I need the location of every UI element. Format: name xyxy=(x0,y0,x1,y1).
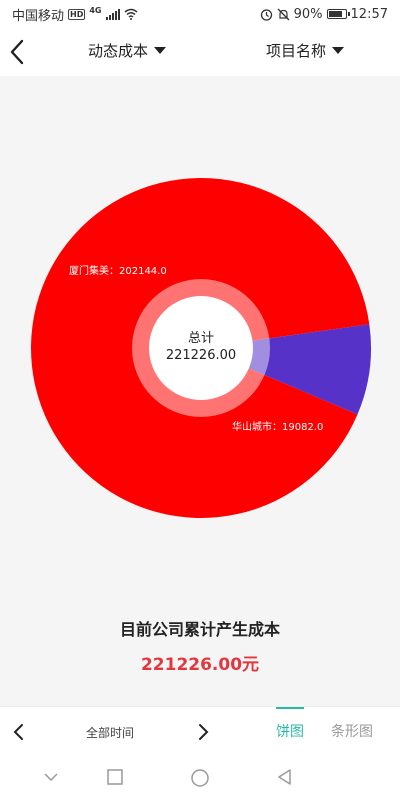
top-nav: 动态成本 项目名称 xyxy=(0,28,400,76)
mute-bell-icon xyxy=(277,8,290,20)
project-name-dropdown[interactable]: 项目名称 xyxy=(266,40,345,61)
battery-icon xyxy=(326,9,350,19)
summary-title: 目前公司累计产生成本 xyxy=(119,620,280,639)
nav-back-icon[interactable] xyxy=(276,768,294,786)
center-total-value: 221226.00 xyxy=(166,348,236,363)
carrier-name: 中国移动 xyxy=(12,8,65,24)
network-type: 4G xyxy=(89,5,102,15)
system-nav-bar xyxy=(0,756,400,800)
battery-percent: 90% xyxy=(293,6,323,22)
nav-recents-icon[interactable] xyxy=(106,768,124,786)
signal-icon xyxy=(105,8,120,20)
wifi-icon xyxy=(124,8,137,20)
tab-bar-chart[interactable]: 条形图 xyxy=(327,707,377,757)
alarm-icon xyxy=(260,8,272,21)
caret-down-icon xyxy=(332,47,345,54)
donut-chart: 总计 221226.00 厦门集美：202144.0 华山城市：19082.0 xyxy=(31,177,371,518)
time-range-selector[interactable]: 全部时间 xyxy=(60,724,160,741)
nav-home-icon[interactable] xyxy=(190,768,210,788)
main-content: 总计 221226.00 厦门集美：202144.0 华山城市：19082.0 … xyxy=(0,76,400,706)
nav-hide-icon[interactable] xyxy=(42,768,60,786)
cost-type-dropdown[interactable]: 动态成本 xyxy=(88,40,167,61)
status-left: 中国移动 HD 4G xyxy=(12,5,138,24)
back-arrow-icon[interactable] xyxy=(8,38,28,66)
status-bar: 中国移动 HD 4G 90% 12:57 xyxy=(0,0,400,28)
clock: 12:57 xyxy=(350,6,388,22)
bottom-toolbar: 全部时间 饼图 条形图 xyxy=(0,706,400,757)
chevron-right-icon[interactable] xyxy=(196,722,210,742)
tab-pie-chart[interactable]: 饼图 xyxy=(268,707,312,757)
chevron-left-icon[interactable] xyxy=(12,722,26,742)
summary-total-value: 221226.00元 xyxy=(140,655,260,675)
caret-down-icon xyxy=(154,47,167,54)
project-name-label: 项目名称 xyxy=(266,42,327,60)
cost-type-label: 动态成本 xyxy=(88,42,149,60)
status-right: 90% 12:57 xyxy=(260,7,388,22)
slice-label: 厦门集美：202144.0 xyxy=(69,264,167,277)
center-total-label: 总计 xyxy=(188,331,214,346)
hd-badge: HD xyxy=(68,8,86,20)
slice-label: 华山城市：19082.0 xyxy=(232,420,323,433)
